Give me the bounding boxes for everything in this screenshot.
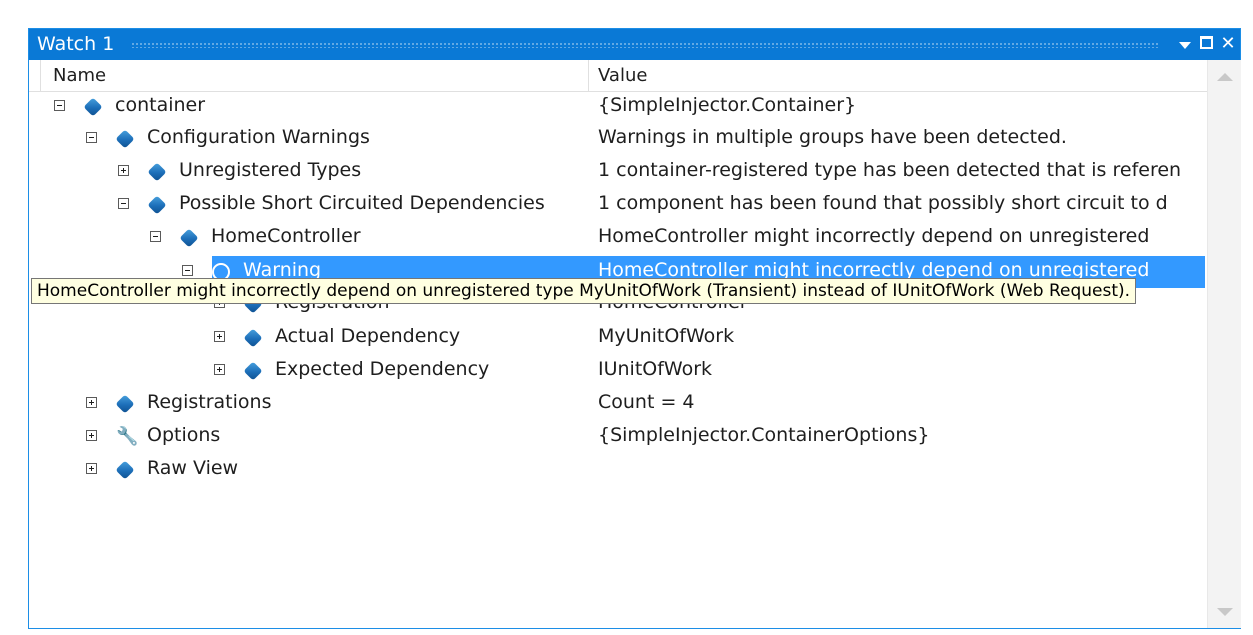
- tree-row[interactable]: Configuration Warnings Warnings in multip…: [29, 123, 1205, 155]
- tree-row-value: 1 container-registered type has been det…: [598, 159, 1182, 181]
- object-icon: [147, 195, 167, 215]
- tree-row-value: {SimpleInjector.ContainerOptions}: [598, 424, 930, 446]
- tree-row-name: Configuration Warnings: [147, 126, 370, 148]
- tree-row-name: HomeController: [211, 225, 361, 247]
- tree-row[interactable]: Registrations Count = 4: [29, 388, 1205, 420]
- tree-row-value: {SimpleInjector.Container}: [598, 94, 857, 116]
- value-tooltip: HomeController might incorrectly depend …: [31, 278, 1137, 304]
- object-icon: [115, 129, 135, 149]
- tree-row-name: Possible Short Circuited Dependencies: [179, 192, 545, 214]
- object-icon: [115, 460, 135, 480]
- tree-row[interactable]: container {SimpleInjector.Container}: [29, 91, 1205, 123]
- tree-row[interactable]: Actual Dependency MyUnitOfWork: [29, 322, 1205, 354]
- tree-row-value: IUnitOfWork: [598, 358, 713, 380]
- maximize-button[interactable]: [1195, 31, 1217, 57]
- expand-icon[interactable]: [86, 397, 97, 408]
- close-icon: ✕: [1220, 33, 1236, 54]
- object-icon: [243, 328, 263, 348]
- window-position-dropdown-button[interactable]: [1174, 31, 1196, 57]
- expand-icon[interactable]: [118, 165, 129, 176]
- tree-row-value: MyUnitOfWork: [598, 325, 735, 347]
- collapse-icon[interactable]: [182, 265, 193, 276]
- tree-row-value: 1 component has been found that possibly…: [598, 192, 1168, 214]
- tree-row-name: Raw View: [147, 457, 239, 479]
- column-divider: [40, 60, 41, 91]
- tree-row-name: Unregistered Types: [179, 159, 362, 181]
- column-header-value[interactable]: Value: [598, 60, 647, 91]
- chevron-down-icon: [1179, 42, 1191, 49]
- expand-icon[interactable]: [86, 463, 97, 474]
- expand-icon[interactable]: [214, 331, 225, 342]
- collapse-icon[interactable]: [54, 100, 65, 111]
- object-icon: [243, 361, 263, 381]
- object-icon: [83, 97, 103, 117]
- drag-grip[interactable]: [131, 42, 1158, 48]
- tree-row-value: Count = 4: [598, 391, 695, 413]
- tree-row-value: HomeController might incorrectly depend …: [598, 225, 1150, 247]
- expand-icon[interactable]: [86, 430, 97, 441]
- tree-row[interactable]: HomeController HomeController might incor…: [29, 222, 1205, 254]
- collapse-icon[interactable]: [86, 132, 97, 143]
- tree-row-name: Expected Dependency: [275, 358, 490, 380]
- tree-row-value: Warnings in multiple groups have been de…: [598, 126, 1067, 148]
- tree-row[interactable]: 🔧 Options {SimpleInjector.ContainerOptions…: [29, 421, 1205, 453]
- maximize-icon: [1199, 36, 1213, 49]
- watch-window: Watch 1 ✕ Name Value container {SimpleInj…: [28, 28, 1241, 629]
- window-title: Watch 1: [37, 33, 115, 55]
- object-icon: [147, 162, 167, 182]
- tree-row[interactable]: Unregistered Types 1 container-registered…: [29, 156, 1205, 188]
- vertical-scrollbar[interactable]: [1207, 60, 1241, 628]
- close-button[interactable]: ✕: [1217, 31, 1239, 57]
- scroll-down-arrow-icon[interactable]: [1217, 608, 1233, 616]
- tree-row[interactable]: Possible Short Circuited Dependencies 1 c…: [29, 189, 1205, 221]
- object-icon: [115, 394, 135, 414]
- tree-row-name: Options: [147, 424, 221, 446]
- collapse-icon[interactable]: [118, 198, 129, 209]
- tree-row-name: container: [115, 94, 206, 116]
- window-titlebar[interactable]: Watch 1 ✕: [29, 29, 1240, 60]
- object-icon: [179, 228, 199, 248]
- tree-row[interactable]: Raw View: [29, 454, 1205, 486]
- column-resize-handle[interactable]: [588, 60, 589, 91]
- watch-tree: container {SimpleInjector.Container} Confi…: [29, 91, 1205, 627]
- tree-row-name: Actual Dependency: [275, 325, 461, 347]
- column-header: Name Value: [29, 60, 1207, 92]
- tree-row-name: Registrations: [147, 391, 272, 413]
- scroll-up-arrow-icon[interactable]: [1217, 73, 1233, 81]
- expand-icon[interactable]: [214, 364, 225, 375]
- wrench-icon: 🔧: [116, 426, 139, 447]
- tree-row[interactable]: Expected Dependency IUnitOfWork: [29, 355, 1205, 387]
- collapse-icon[interactable]: [150, 231, 161, 242]
- column-header-name[interactable]: Name: [53, 60, 106, 91]
